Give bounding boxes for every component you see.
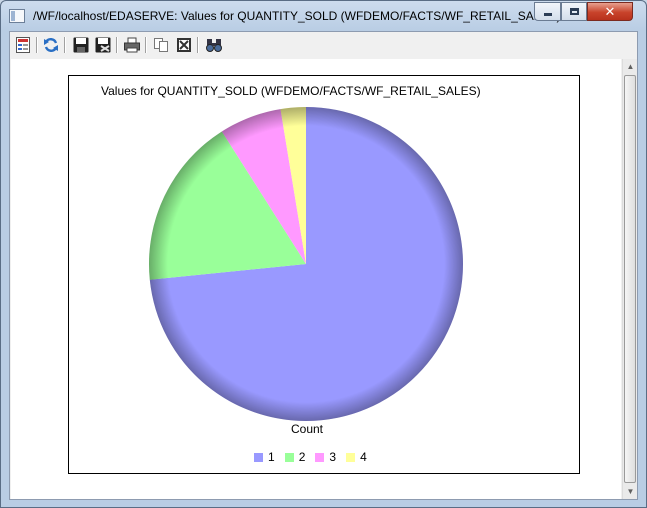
save-as-button[interactable] (94, 36, 112, 54)
print-icon (124, 37, 140, 53)
report-canvas: Values for QUANTITY_SOLD (WFDEMO/FACTS/W… (11, 59, 621, 499)
export-icon (177, 38, 191, 52)
find-button[interactable] (205, 36, 223, 54)
scroll-down-icon[interactable]: ▼ (623, 484, 638, 499)
minimize-button[interactable] (534, 2, 561, 21)
copy-icon (154, 38, 168, 52)
legend-swatch (315, 452, 325, 462)
report-button[interactable] (14, 36, 32, 54)
legend-swatch (254, 452, 263, 462)
export-button[interactable] (175, 36, 193, 54)
legend-item-1: 1 (254, 450, 275, 464)
window-app-icon[interactable] (9, 9, 25, 23)
toolbar (10, 32, 637, 58)
chart-legend: 1 2 3 4 (254, 450, 377, 464)
close-button[interactable]: ✕ (587, 2, 633, 21)
refresh-icon (44, 38, 58, 52)
refresh-button[interactable] (42, 36, 60, 54)
app-window: /WF/localhost/EDASERVE: Values for QUANT… (0, 0, 647, 508)
legend-item-2: 2 (284, 450, 306, 464)
legend-item-3: 3 (315, 450, 336, 464)
x-axis-label: Count (290, 422, 324, 436)
title-bar[interactable]: /WF/localhost/EDASERVE: Values for QUANT… (1, 1, 646, 31)
close-icon: ✕ (604, 4, 616, 19)
legend-swatch (346, 452, 356, 462)
legend-swatch (284, 452, 294, 462)
legend-label: 4 (360, 450, 367, 464)
minimize-icon (543, 13, 552, 16)
legend-item-4: 4 (346, 450, 367, 464)
print-button[interactable] (123, 36, 141, 54)
find-icon (206, 39, 222, 52)
save-icon (73, 37, 89, 53)
chart-frame: Values for QUANTITY_SOLD (WFDEMO/FACTS/W… (68, 75, 580, 474)
legend-label: 3 (329, 450, 337, 464)
window-title: /WF/localhost/EDASERVE: Values for QUANT… (33, 9, 561, 23)
client-area: Values for QUANTITY_SOLD (WFDEMO/FACTS/W… (9, 31, 638, 500)
copy-button[interactable] (152, 36, 170, 54)
save-button[interactable] (72, 36, 90, 54)
scroll-thumb[interactable] (624, 75, 636, 483)
save-as-icon (95, 37, 111, 53)
legend-label: 1 (268, 450, 275, 464)
pie-chart (148, 107, 463, 421)
maximize-button[interactable] (561, 2, 587, 21)
legend-label: 2 (298, 450, 306, 464)
maximize-icon (569, 8, 579, 15)
report-icon (16, 37, 30, 53)
vertical-scrollbar[interactable]: ▲ ▼ (622, 59, 637, 499)
scroll-up-icon[interactable]: ▲ (623, 59, 638, 74)
